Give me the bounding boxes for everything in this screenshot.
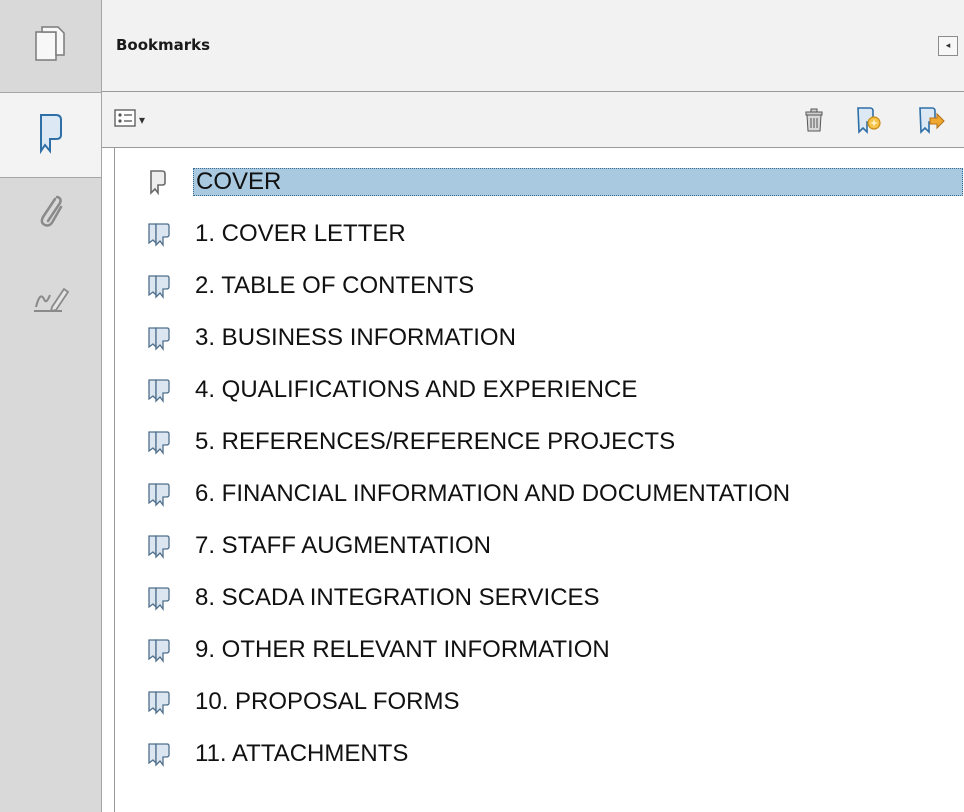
- bookmark-multi-icon: [147, 689, 171, 715]
- page-thumbnails-button[interactable]: [0, 0, 100, 92]
- attachments-button[interactable]: [0, 180, 100, 250]
- bookmark-item[interactable]: 5. REFERENCES/REFERENCE PROJECTS: [115, 420, 964, 464]
- bookmark-label: 5. REFERENCES/REFERENCE PROJECTS: [195, 428, 676, 455]
- bookmark-arrow-icon: [916, 107, 946, 138]
- bookmarks-toolbar: ▾: [102, 92, 964, 148]
- bookmark-multi-icon: [147, 221, 171, 247]
- bookmarks-tree: COVER 1. COVER LETTER 2. TABLE OF CONTENTS…: [114, 148, 964, 812]
- chevron-down-icon: ▾: [139, 113, 146, 127]
- bookmark-multi-icon: [147, 325, 171, 351]
- bookmark-label: 8. SCADA INTEGRATION SERVICES: [195, 584, 600, 611]
- bookmark-label: 3. BUSINESS INFORMATION: [195, 324, 516, 351]
- bookmark-item[interactable]: 1. COVER LETTER: [115, 212, 964, 256]
- signatures-button[interactable]: [0, 262, 100, 342]
- navigation-rail: [0, 0, 102, 812]
- signatures-icon: [30, 283, 70, 321]
- bookmark-multi-icon: [147, 637, 171, 663]
- bookmarks-panel-button[interactable]: [0, 92, 101, 178]
- bookmark-multi-icon: [147, 741, 171, 767]
- trash-icon: [802, 108, 826, 136]
- bookmark-label: 2. TABLE OF CONTENTS: [195, 272, 475, 299]
- bookmark-label: 1. COVER LETTER: [195, 220, 406, 247]
- bookmark-item[interactable]: 3. BUSINESS INFORMATION: [115, 316, 964, 360]
- chevron-left-icon: ◂: [945, 41, 951, 51]
- bookmark-multi-icon: [147, 481, 171, 507]
- delete-bookmark-button[interactable]: [802, 108, 826, 132]
- bookmark-item[interactable]: 6. FINANCIAL INFORMATION AND DOCUMENTATI…: [115, 472, 964, 516]
- panel-header: Bookmarks ◂: [102, 0, 964, 92]
- collapse-panel-button[interactable]: ◂: [938, 36, 958, 56]
- bookmark-item[interactable]: 4. QUALIFICATIONS AND EXPERIENCE: [115, 368, 964, 412]
- bookmark-label: 10. PROPOSAL FORMS: [195, 688, 460, 715]
- bookmark-multi-icon: [147, 429, 171, 455]
- attachments-icon: [35, 193, 65, 237]
- new-bookmark-button[interactable]: [854, 106, 884, 134]
- bookmark-label: COVER: [193, 168, 963, 196]
- bookmark-multi-icon: [147, 585, 171, 611]
- bookmark-item[interactable]: 2. TABLE OF CONTENTS: [115, 264, 964, 308]
- bookmark-multi-icon: [147, 273, 171, 299]
- pages-icon: [32, 24, 68, 68]
- bookmark-item[interactable]: 10. PROPOSAL FORMS: [115, 680, 964, 724]
- bookmark-item[interactable]: COVER: [115, 160, 964, 204]
- bookmark-item[interactable]: 7. STAFF AUGMENTATION: [115, 524, 964, 568]
- bookmark-label: 7. STAFF AUGMENTATION: [195, 532, 492, 559]
- bookmarks-icon: [36, 111, 66, 159]
- bookmark-item[interactable]: 9. OTHER RELEVANT INFORMATION: [115, 628, 964, 672]
- bookmark-icon: [147, 169, 171, 196]
- options-menu-icon: [114, 109, 136, 131]
- bookmark-multi-icon: [147, 533, 171, 559]
- bookmark-label: 11. ATTACHMENTS: [195, 740, 409, 767]
- bookmark-label: 9. OTHER RELEVANT INFORMATION: [195, 636, 610, 663]
- bookmark-item[interactable]: 8. SCADA INTEGRATION SERVICES: [115, 576, 964, 620]
- panel-title: Bookmarks: [116, 36, 211, 54]
- bookmark-item[interactable]: 11. ATTACHMENTS: [115, 732, 964, 776]
- options-menu-button[interactable]: ▾: [114, 109, 145, 131]
- bookmark-label: 4. QUALIFICATIONS AND EXPERIENCE: [195, 376, 638, 403]
- promote-bookmark-button[interactable]: [916, 106, 946, 134]
- bookmark-label: 6. FINANCIAL INFORMATION AND DOCUMENTATI…: [195, 480, 791, 507]
- bookmark-multi-icon: [147, 377, 171, 403]
- bookmarks-panel: Bookmarks ◂ ▾ COVER 1. COVER LETTER 2. T…: [102, 0, 964, 812]
- new-bookmark-icon: [854, 107, 884, 138]
